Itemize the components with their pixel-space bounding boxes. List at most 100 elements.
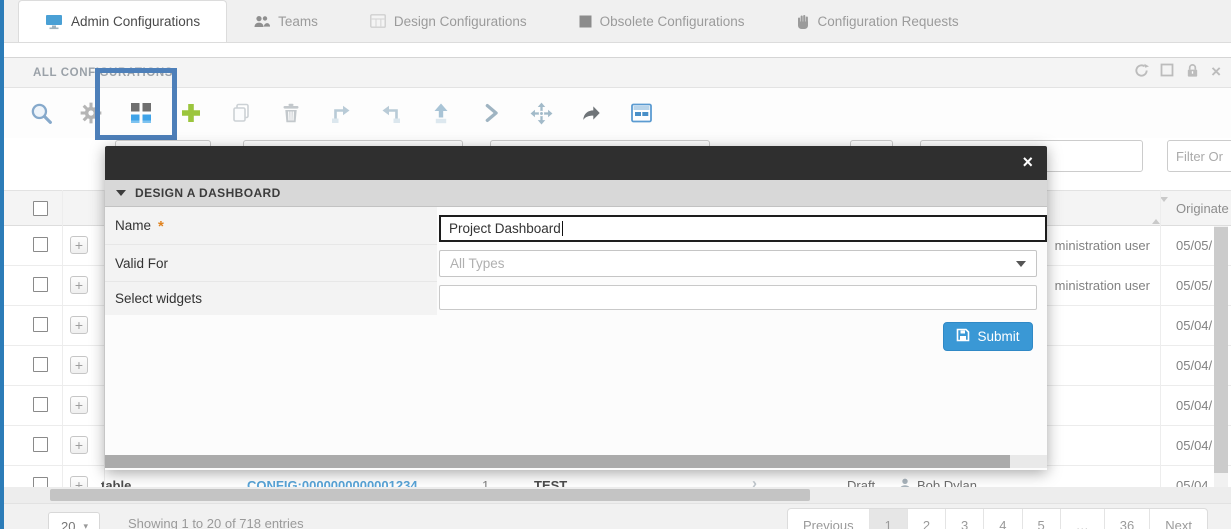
row-checkbox[interactable] xyxy=(33,437,48,452)
pagination-page-36[interactable]: 36 xyxy=(1103,509,1149,529)
expand-icon[interactable] xyxy=(478,100,504,126)
select-widgets-input[interactable] xyxy=(439,285,1037,310)
horizontal-scrollbar-thumb[interactable] xyxy=(50,489,810,501)
date-cell: 05/04/ xyxy=(1176,318,1213,333)
originator-cell: ministration user xyxy=(1054,238,1150,253)
check-in-icon[interactable] xyxy=(328,100,354,126)
tab-teams[interactable]: Teams xyxy=(227,0,344,42)
expand-plus-icon[interactable]: + xyxy=(70,356,88,374)
square-icon xyxy=(579,15,592,28)
modal-close-icon[interactable]: × xyxy=(1022,153,1033,171)
search-icon[interactable] xyxy=(28,100,54,126)
valid-for-placeholder: All Types xyxy=(450,256,505,271)
column-header-originated[interactable]: Originate xyxy=(1176,201,1229,216)
pagination-page-4[interactable]: 4 xyxy=(983,509,1021,529)
check-out-icon[interactable] xyxy=(378,100,404,126)
pagination-previous[interactable]: Previous xyxy=(788,509,869,529)
users-icon xyxy=(253,15,271,28)
pagination-page-3[interactable]: 3 xyxy=(945,509,983,529)
valid-for-select[interactable]: All Types xyxy=(439,250,1037,277)
save-icon xyxy=(956,328,970,345)
forward-icon[interactable] xyxy=(578,100,604,126)
name-label-cell: Name * xyxy=(105,207,437,245)
date-cell: 05/05/ xyxy=(1176,278,1213,293)
design-dashboard-modal: × DESIGN A DASHBOARD Name * Valid For Se… xyxy=(105,146,1047,470)
tab-obsolete-configurations[interactable]: Obsolete Configurations xyxy=(553,0,771,42)
tab-label: Teams xyxy=(278,13,318,29)
pagination-page-1[interactable]: 1 xyxy=(868,509,907,529)
panel-header: ALL CONFIGURATIONS × xyxy=(4,57,1231,88)
column-divider xyxy=(62,190,63,488)
pagination-page-5[interactable]: 5 xyxy=(1021,509,1060,529)
hand-icon xyxy=(797,14,810,29)
row-checkbox[interactable] xyxy=(33,237,48,252)
delete-icon[interactable] xyxy=(278,100,304,126)
expand-plus-icon[interactable]: + xyxy=(70,396,88,414)
vertical-scrollbar-thumb[interactable] xyxy=(1214,227,1228,473)
copy-icon[interactable] xyxy=(228,100,254,126)
select-widgets-label-cell: Select widgets xyxy=(105,282,437,315)
move-icon[interactable] xyxy=(528,100,554,126)
tab-label: Admin Configurations xyxy=(71,14,201,29)
caret-down-icon xyxy=(1016,260,1026,267)
page-size-select[interactable]: 20 ▾ xyxy=(48,512,100,529)
caret-down-icon xyxy=(116,190,126,196)
required-asterisk: * xyxy=(158,218,164,235)
tab-admin-configurations[interactable]: Admin Configurations xyxy=(18,0,228,42)
sort-icon[interactable] xyxy=(1152,197,1168,224)
row-checkbox[interactable] xyxy=(33,277,48,292)
submit-label: Submit xyxy=(977,329,1020,344)
pagination-ellipsis: … xyxy=(1059,509,1104,529)
table-widget-icon[interactable] xyxy=(628,100,654,126)
row-checkbox[interactable] xyxy=(33,357,48,372)
pagination-page-2[interactable]: 2 xyxy=(906,509,945,529)
caret-down-icon: ▾ xyxy=(83,521,88,529)
page-size-value: 20 xyxy=(61,519,76,529)
tab-label: Obsolete Configurations xyxy=(599,13,745,29)
expand-plus-icon[interactable]: + xyxy=(70,316,88,334)
add-icon[interactable] xyxy=(178,100,204,126)
text-cursor xyxy=(561,221,563,236)
name-label: Name xyxy=(115,218,152,233)
filter-input-originated[interactable] xyxy=(1167,140,1231,172)
date-cell: 05/05/ xyxy=(1176,238,1213,253)
modal-section-title: DESIGN A DASHBOARD xyxy=(135,186,281,200)
submit-button[interactable]: Submit xyxy=(943,322,1033,351)
showing-entries-text: Showing 1 to 20 of 718 entries xyxy=(128,516,304,529)
upload-icon[interactable] xyxy=(428,100,454,126)
tab-configuration-requests[interactable]: Configuration Requests xyxy=(771,0,985,42)
column-divider xyxy=(1160,190,1161,488)
date-cell: 05/04/ xyxy=(1176,358,1213,373)
refresh-icon[interactable] xyxy=(1134,63,1150,83)
expand-plus-icon[interactable]: + xyxy=(70,276,88,294)
restore-icon[interactable] xyxy=(1160,63,1174,82)
action-highlight-box xyxy=(95,68,177,140)
main-tab-bar: Admin Configurations Teams Design Config… xyxy=(4,0,1231,43)
toolbar xyxy=(4,88,1231,138)
tab-design-configurations[interactable]: Design Configurations xyxy=(344,0,553,42)
monitor-icon xyxy=(45,14,63,30)
row-checkbox[interactable] xyxy=(33,317,48,332)
originator-cell: ministration user xyxy=(1054,278,1150,293)
select-widgets-label: Select widgets xyxy=(115,291,203,306)
row-checkbox[interactable] xyxy=(33,397,48,412)
expand-plus-icon[interactable]: + xyxy=(70,236,88,254)
pagination-next[interactable]: Next xyxy=(1149,509,1207,529)
select-all-checkbox[interactable] xyxy=(33,201,48,216)
app-window: Admin Configurations Teams Design Config… xyxy=(0,0,1231,529)
expand-plus-icon[interactable]: + xyxy=(70,436,88,454)
lock-icon[interactable] xyxy=(1185,63,1200,83)
panel-window-controls: × xyxy=(1134,63,1221,83)
modal-section-header[interactable]: DESIGN A DASHBOARD xyxy=(105,180,1047,207)
tab-label: Design Configurations xyxy=(393,13,527,29)
valid-for-label: Valid For xyxy=(115,255,169,271)
grid-icon xyxy=(369,14,386,28)
modal-scrollbar-thumb[interactable] xyxy=(105,455,1010,468)
name-input[interactable]: Project Dashboard xyxy=(439,215,1047,242)
close-icon[interactable]: × xyxy=(1211,63,1221,80)
modal-header: × xyxy=(105,146,1047,180)
tab-label: Configuration Requests xyxy=(817,13,959,29)
valid-for-label-cell: Valid For xyxy=(105,245,437,282)
pagination: Previous 1 2 3 4 5 … 36 Next xyxy=(787,508,1208,529)
name-input-value: Project Dashboard xyxy=(449,221,561,236)
